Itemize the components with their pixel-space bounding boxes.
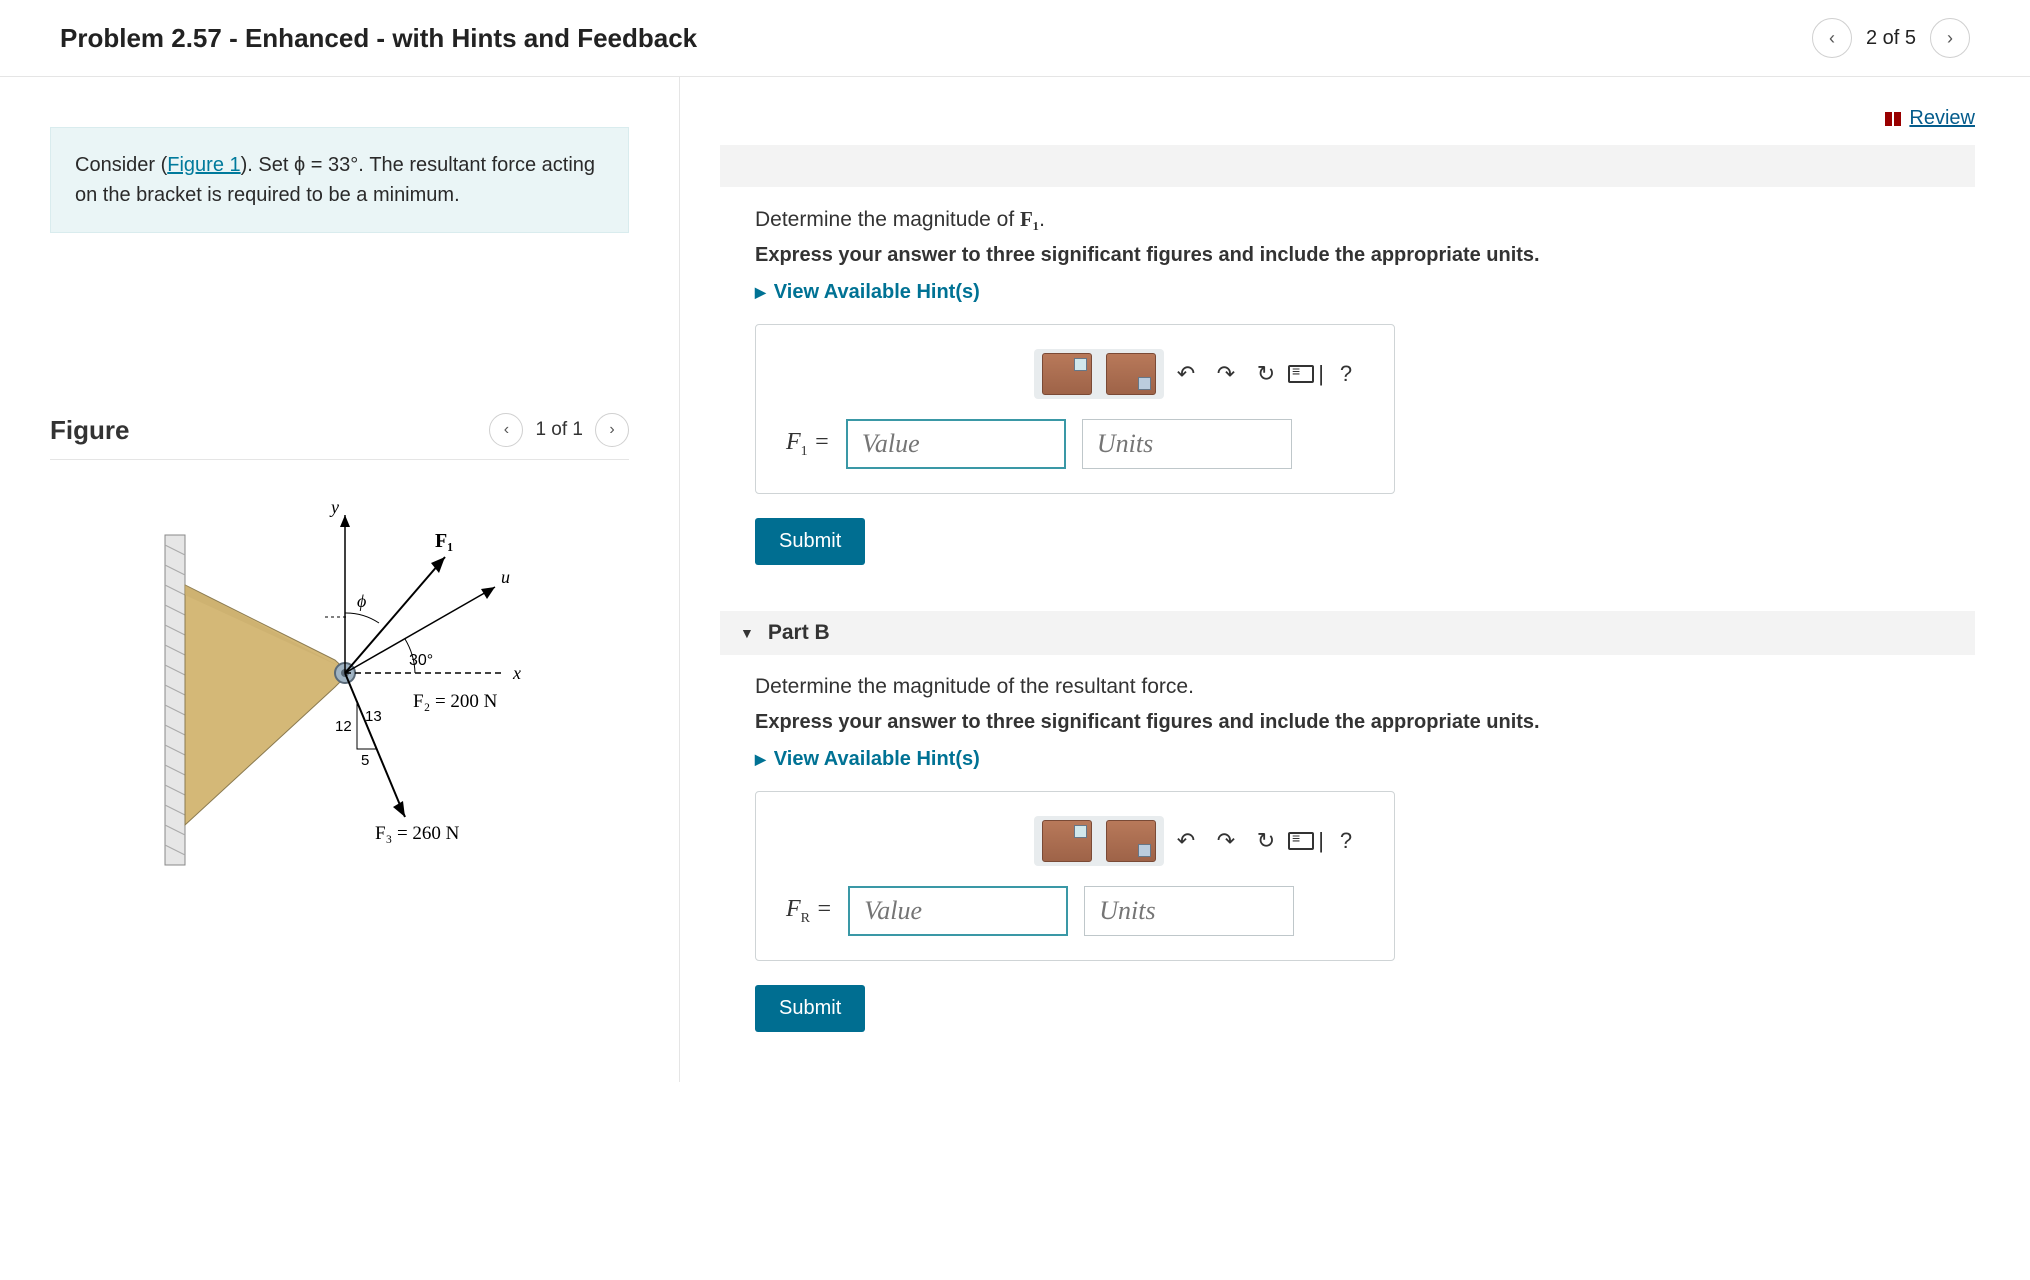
part-b-var-label: FR = <box>786 896 832 927</box>
svg-text:ϕ: ϕ <box>357 591 366 611</box>
svg-text:13: 13 <box>365 708 382 725</box>
problem-prompt: Consider (Figure 1). Set ϕ = 33°. The re… <box>50 127 629 233</box>
reset-button[interactable]: ↻ <box>1248 356 1284 392</box>
figure-next-button[interactable]: › <box>595 413 629 447</box>
svg-text:x: x <box>512 663 521 683</box>
page-title: Problem 2.57 - Enhanced - with Hints and… <box>60 23 697 54</box>
part-b-label: Part B <box>768 621 830 645</box>
page-counter: 2 of 5 <box>1866 27 1916 50</box>
svg-text:y: y <box>329 497 339 517</box>
part-a-submit-button[interactable]: Submit <box>755 518 865 565</box>
prev-page-button[interactable]: ‹ <box>1812 18 1852 58</box>
keyboard-button[interactable]: | <box>1288 356 1324 392</box>
part-a-hints-toggle[interactable]: View Available Hint(s) <box>755 281 980 304</box>
figure-image: y x u F₁ ϕ 30 <box>50 460 629 875</box>
template-button-2[interactable] <box>1106 820 1156 862</box>
part-b-answer-card: ↶ ↷ ↻ | ? FR = <box>755 791 1395 961</box>
reset-button[interactable]: ↻ <box>1248 823 1284 859</box>
part-a-value-input[interactable] <box>846 419 1066 469</box>
redo-button[interactable]: ↷ <box>1208 823 1244 859</box>
part-a: Determine the magnitude of F₁. Express y… <box>720 207 1975 585</box>
keyboard-button[interactable]: | <box>1288 823 1324 859</box>
page-header: Problem 2.57 - Enhanced - with Hints and… <box>0 0 2030 77</box>
svg-text:u: u <box>501 567 510 587</box>
part-a-instruction: Express your answer to three significant… <box>755 244 1940 267</box>
review-link[interactable]: Review <box>1885 107 1975 130</box>
template-button-1[interactable] <box>1042 353 1092 395</box>
part-a-question: Determine the magnitude of F₁. <box>755 207 1940 232</box>
left-panel: Consider (Figure 1). Set ϕ = 33°. The re… <box>0 77 680 1082</box>
part-b-units-input[interactable] <box>1084 886 1294 936</box>
part-b-collapse-toggle[interactable]: ▼ <box>740 625 754 641</box>
keyboard-icon <box>1288 832 1314 850</box>
part-b: Determine the magnitude of the resultant… <box>720 675 1975 1052</box>
page-nav: ‹ 2 of 5 › <box>1812 18 1970 58</box>
right-panel: Review Determine the magnitude of F₁. Ex… <box>680 77 2030 1082</box>
next-page-button[interactable]: › <box>1930 18 1970 58</box>
figure-prev-button[interactable]: ‹ <box>489 413 523 447</box>
part-b-hints-toggle[interactable]: View Available Hint(s) <box>755 748 980 771</box>
part-a-units-input[interactable] <box>1082 419 1292 469</box>
figure-nav: ‹ 1 of 1 › <box>489 413 629 447</box>
redo-button[interactable]: ↷ <box>1208 356 1244 392</box>
undo-button[interactable]: ↶ <box>1168 823 1204 859</box>
svg-text:12: 12 <box>335 718 352 735</box>
template-button-1[interactable] <box>1042 820 1092 862</box>
help-button[interactable]: ? <box>1328 356 1364 392</box>
part-b-value-input[interactable] <box>848 886 1068 936</box>
figure-counter: 1 of 1 <box>535 419 583 441</box>
part-b-toolbar: ↶ ↷ ↻ | ? <box>786 816 1364 866</box>
part-b-instruction: Express your answer to three significant… <box>755 711 1940 734</box>
svg-text:F₁: F₁ <box>435 530 453 552</box>
flag-icon <box>1885 112 1901 126</box>
part-b-question: Determine the magnitude of the resultant… <box>755 675 1940 699</box>
part-a-strip <box>720 145 1975 187</box>
keyboard-icon <box>1288 365 1314 383</box>
undo-button[interactable]: ↶ <box>1168 356 1204 392</box>
svg-text:F₃ = 260 N: F₃ = 260 N <box>375 823 460 844</box>
help-button[interactable]: ? <box>1328 823 1364 859</box>
part-a-answer-card: ↶ ↷ ↻ | ? F1 = <box>755 324 1395 494</box>
svg-text:5: 5 <box>361 752 369 769</box>
figure-heading: Figure <box>50 415 129 446</box>
part-a-var-label: F1 = <box>786 429 830 460</box>
figure-link[interactable]: Figure 1 <box>167 154 240 176</box>
svg-text:30°: 30° <box>409 652 433 669</box>
part-b-header: ▼ Part B <box>720 611 1975 655</box>
part-b-submit-button[interactable]: Submit <box>755 985 865 1032</box>
part-a-toolbar: ↶ ↷ ↻ | ? <box>786 349 1364 399</box>
template-button-2[interactable] <box>1106 353 1156 395</box>
svg-text:F₂ = 200 N: F₂ = 200 N <box>413 691 498 712</box>
figure-section: Figure ‹ 1 of 1 › <box>50 413 629 875</box>
